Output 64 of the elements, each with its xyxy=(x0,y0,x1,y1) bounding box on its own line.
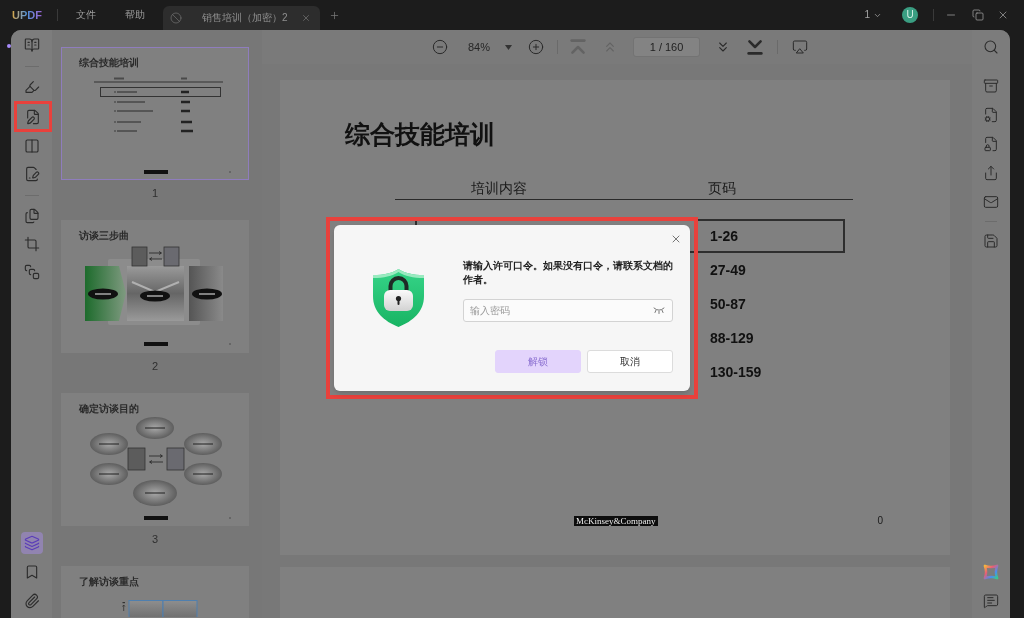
dialog-message: 请输入许可口令。如果没有口令，请联系文档的作者。 xyxy=(463,259,674,287)
app-logo: UPDF xyxy=(12,8,42,22)
paperclip-icon xyxy=(23,592,40,609)
page-thumbnail[interactable]: 了解访谈重点 xyxy=(61,566,249,618)
thumbnail-title: 访谈三步曲 xyxy=(79,230,129,242)
column-header: 页码 xyxy=(708,181,736,196)
open-book-icon xyxy=(23,37,40,53)
search-icon[interactable] xyxy=(983,39,999,55)
dialog-button[interactable]: 取消 xyxy=(587,350,673,373)
page-range: 50-87 xyxy=(710,296,746,312)
restore-icon[interactable] xyxy=(972,9,984,21)
file-lock-icon[interactable] xyxy=(983,135,999,152)
page-thumbnail[interactable]: 确定访谈目的 xyxy=(61,393,249,526)
page-thumbnail[interactable]: 综合技能培训 xyxy=(61,47,249,180)
screen-icon[interactable] xyxy=(792,39,809,55)
layers-icon xyxy=(23,534,40,551)
file-gear-icon[interactable] xyxy=(983,106,999,123)
zoom-out-icon[interactable] xyxy=(432,39,448,55)
company-logo: McKinsey&Company xyxy=(574,516,658,526)
password-field[interactable]: 输入密码 xyxy=(463,299,673,322)
close-icon[interactable] xyxy=(670,233,682,245)
file-pen-icon xyxy=(23,166,40,182)
page-number-label: 1 xyxy=(151,186,159,200)
thumbnail-title: 确定访谈目的 xyxy=(79,403,139,415)
shield-lock-icon xyxy=(372,268,425,328)
new-tab-icon[interactable] xyxy=(328,9,340,21)
column-header: 培训内容 xyxy=(471,181,527,196)
thumbnail-title: 综合技能培训 xyxy=(79,57,139,69)
page-range: 88-129 xyxy=(710,330,754,346)
page-number-label: 2 xyxy=(151,359,159,373)
page-range: 130-159 xyxy=(710,364,762,380)
page-thumbnail[interactable]: 访谈三步曲 xyxy=(61,220,249,353)
thumbnail-title: 了解访谈重点 xyxy=(79,576,139,588)
document-tab[interactable]: 销售培训（加密）2 xyxy=(162,6,320,30)
count-dropdown[interactable]: 1 xyxy=(864,9,882,21)
page-title: 综合技能培训 xyxy=(345,120,495,150)
highlighter-icon xyxy=(23,79,40,95)
stacked-squares-icon xyxy=(23,264,40,280)
page-number-field[interactable]: 1 / 160 xyxy=(633,37,701,57)
mail-icon[interactable] xyxy=(983,193,999,210)
user-avatar[interactable]: U xyxy=(902,7,918,23)
page-number: 0 xyxy=(877,515,883,527)
close-tab-icon[interactable] xyxy=(300,13,311,23)
archive-box-icon[interactable] xyxy=(983,77,999,94)
zoom-in-icon[interactable] xyxy=(528,39,545,55)
page-range: 27-49 xyxy=(710,262,746,278)
menu-item[interactable]: 文件 xyxy=(75,9,96,21)
comment-icon[interactable] xyxy=(983,592,999,609)
tool-button[interactable] xyxy=(20,531,43,554)
close-icon[interactable] xyxy=(997,9,1009,21)
file-pen-icon xyxy=(25,108,41,125)
files-icon xyxy=(23,208,40,224)
crop-icon xyxy=(23,236,40,252)
zoom-dropdown[interactable]: 84% xyxy=(468,40,513,54)
caret-icon xyxy=(505,44,513,50)
slash-circle-icon xyxy=(169,12,182,24)
page-number-label: 3 xyxy=(151,532,159,546)
save-icon[interactable] xyxy=(983,233,999,249)
eye-closed-icon[interactable] xyxy=(653,307,665,314)
last-page-icon[interactable] xyxy=(747,39,764,55)
columns-icon xyxy=(23,138,40,154)
share-icon[interactable] xyxy=(983,164,999,181)
page-range: 1-26 xyxy=(710,228,739,244)
menu-item[interactable]: 帮助 xyxy=(124,9,145,21)
